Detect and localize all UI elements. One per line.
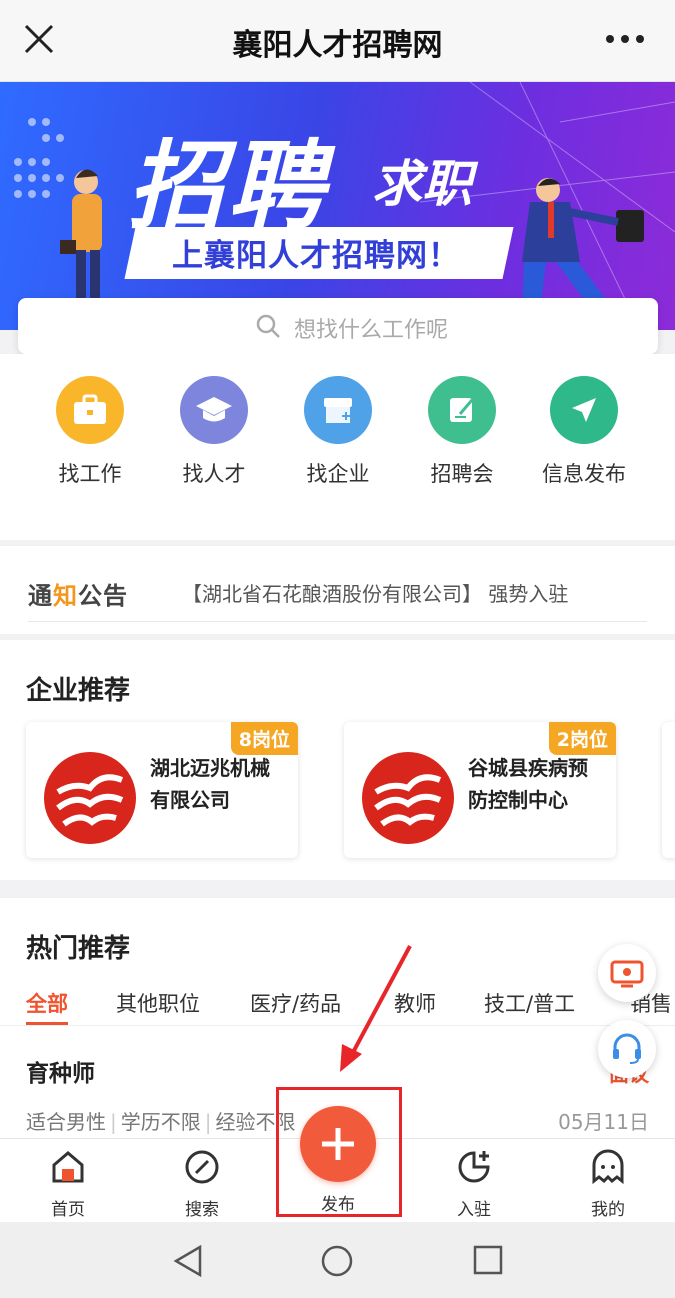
quick-links: 找工作 找人才 找企业 招聘会 信息发布 — [0, 354, 675, 540]
headset-icon — [613, 1033, 641, 1064]
job-tags: 适合男性 | 学历不限 | 经验不限 — [26, 1110, 296, 1134]
divider — [28, 621, 647, 622]
company-card[interactable]: 谷城县疾病预防控制中心 2岗位 — [344, 722, 616, 858]
section-title: 企业推荐 — [26, 676, 131, 706]
positions-badge: 8岗位 — [230, 722, 298, 755]
pie-plus-icon — [458, 1151, 490, 1183]
annotation-arrow — [340, 945, 412, 1072]
quick-find-job[interactable]: 找工作 — [28, 376, 152, 488]
company-logo — [44, 752, 136, 844]
store-icon — [304, 376, 372, 444]
tab-technician[interactable]: 技工/普工 — [484, 988, 575, 1018]
tab-search[interactable]: 搜索 — [152, 1147, 252, 1220]
search-bar[interactable]: 想找什么工作呢 — [18, 298, 658, 354]
company-logo — [362, 752, 454, 844]
tab-home[interactable]: 首页 — [18, 1147, 118, 1220]
company-name: 谷城县疾病预防控制中心 — [468, 756, 588, 812]
tab-label: 首页 — [51, 1200, 85, 1220]
recents-icon[interactable] — [472, 1244, 504, 1276]
home-icon — [52, 1151, 84, 1183]
quick-publish-info[interactable]: 信息发布 — [522, 376, 646, 488]
tab-all[interactable]: 全部 — [26, 988, 68, 1018]
positions-badge: 2岗位 — [548, 722, 616, 755]
company-card-partial[interactable] — [662, 722, 675, 858]
system-nav-bar — [0, 1222, 675, 1298]
job-title: 育种师 — [26, 1061, 95, 1087]
send-icon — [550, 376, 618, 444]
promo-banner[interactable]: 招聘 求职 上襄阳人才招聘网！ — [0, 82, 675, 330]
tab-mine[interactable]: 我的 — [558, 1147, 658, 1220]
title-bar: 襄阳人才招聘网 — [0, 0, 675, 82]
tab-label: 我的 — [591, 1200, 625, 1220]
quick-label: 招聘会 — [430, 462, 494, 486]
company-card[interactable]: 湖北迈兆机械有限公司 8岗位 — [26, 722, 298, 858]
search-icon — [256, 314, 280, 338]
tab-other[interactable]: 其他职位 — [116, 988, 200, 1018]
more-icon[interactable] — [605, 34, 645, 44]
quick-find-talent[interactable]: 找人才 — [152, 376, 276, 488]
tab-label: 搜索 — [185, 1200, 219, 1220]
quick-label: 找人才 — [182, 462, 246, 486]
live-tv-button[interactable] — [598, 944, 656, 1002]
notice-logo: 通知公告 — [28, 582, 128, 610]
home-circle-icon[interactable] — [320, 1244, 354, 1278]
user-face-icon — [592, 1149, 624, 1185]
tab-label: 入驻 — [457, 1200, 491, 1220]
edit-icon — [428, 376, 496, 444]
notice-bar[interactable]: 通知公告 【湖北省石花酿酒股份有限公司】 强势入驻 — [0, 546, 675, 634]
banner-ribbon-text: 上襄阳人才招聘网！ — [172, 238, 460, 274]
graduation-cap-icon — [180, 376, 248, 444]
section-title: 热门推荐 — [26, 934, 131, 964]
tab-join[interactable]: 入驻 — [424, 1147, 524, 1220]
customer-service-button[interactable] — [598, 1020, 656, 1078]
company-recommend-section: 企业推荐 湖北迈兆机械有限公司 8岗位 谷城县疾病预防控制中心 2岗位 — [0, 640, 675, 880]
annotation-highlight-box — [276, 1087, 402, 1217]
tab-medical[interactable]: 医疗/药品 — [250, 988, 341, 1018]
briefcase-icon — [56, 376, 124, 444]
banner-headline-small: 求职 — [372, 155, 472, 213]
quick-find-company[interactable]: 找企业 — [276, 376, 400, 488]
back-icon[interactable] — [172, 1244, 204, 1278]
person-right-illustration — [522, 178, 644, 312]
company-name: 湖北迈兆机械有限公司 — [150, 756, 270, 812]
page-title: 襄阳人才招聘网 — [232, 28, 443, 63]
compass-icon — [185, 1150, 219, 1184]
quick-label: 找工作 — [58, 462, 122, 486]
search-placeholder: 想找什么工作呢 — [294, 318, 449, 343]
quick-label: 找企业 — [306, 462, 370, 486]
banner-decoration — [14, 82, 675, 330]
notice-message: 【湖北省石花酿酒股份有限公司】 强势入驻 — [182, 582, 569, 606]
person-left-illustration — [60, 169, 102, 304]
tv-icon — [610, 960, 644, 988]
job-date: 05月11日 — [558, 1110, 649, 1134]
quick-label: 信息发布 — [542, 462, 626, 486]
active-tab-indicator — [26, 1022, 68, 1025]
quick-job-fair[interactable]: 招聘会 — [400, 376, 524, 488]
